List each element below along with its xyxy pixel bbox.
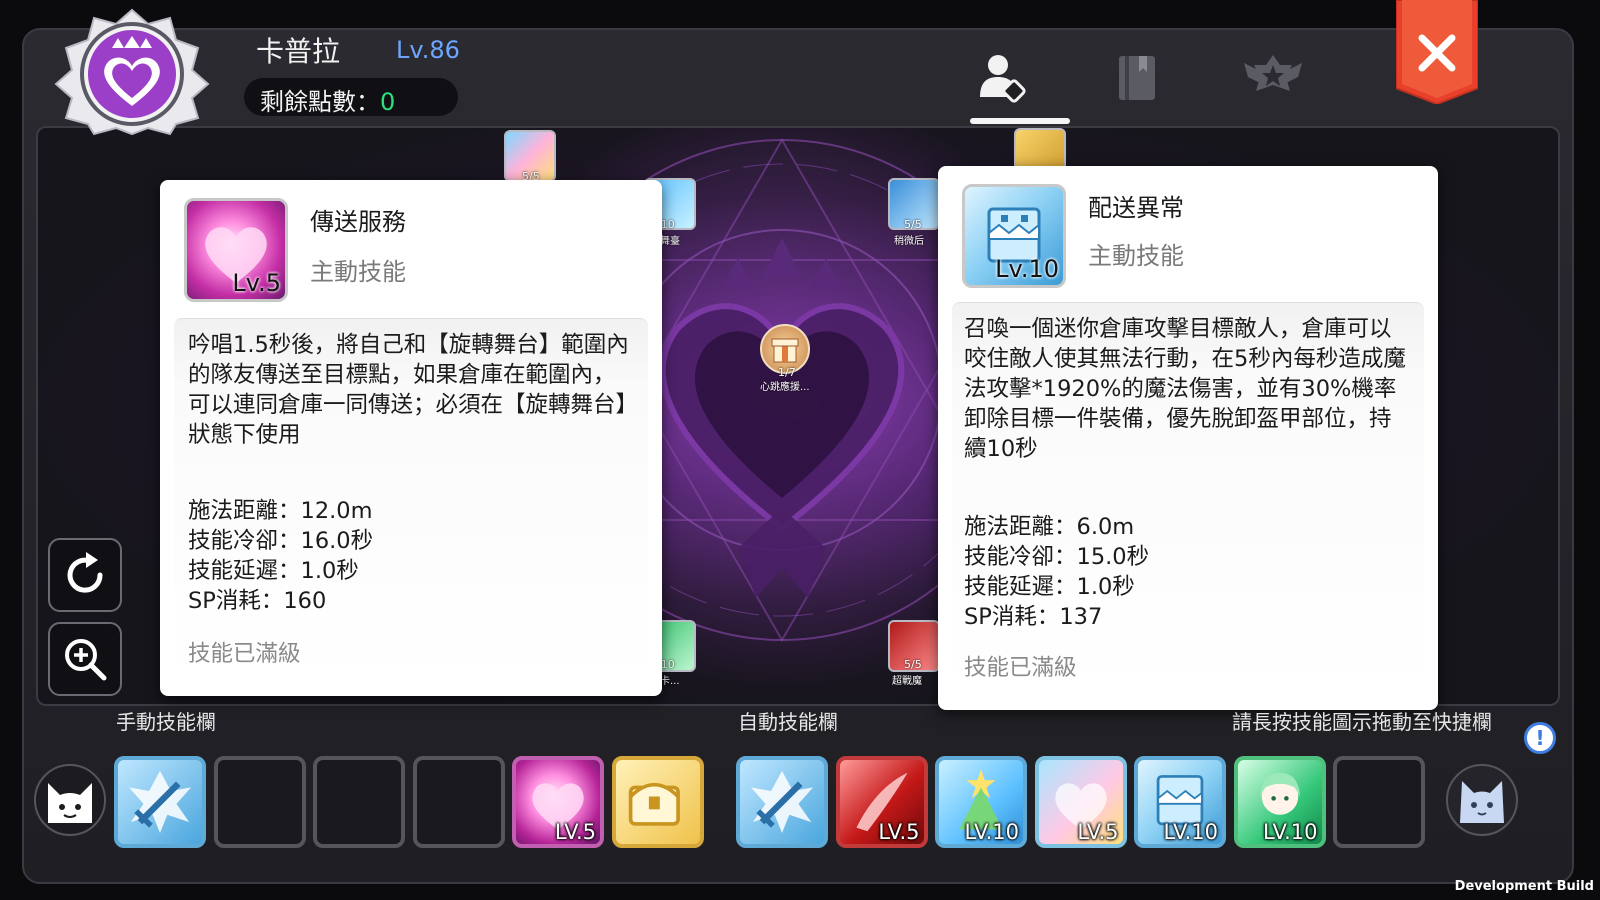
skill-icon-frame: Lv.5 bbox=[184, 198, 288, 302]
skill-name: 傳送服務 bbox=[310, 208, 406, 236]
remaining-points: 剩餘點數：0 bbox=[244, 78, 458, 116]
auto-slot-5[interactable]: LV.10 bbox=[1134, 756, 1226, 848]
tab-skills[interactable] bbox=[966, 48, 1036, 108]
slot-level: LV.10 bbox=[964, 820, 1019, 844]
skill-icon-level: Lv.5 bbox=[232, 269, 281, 297]
skill-max-status: 技能已滿級 bbox=[188, 641, 301, 667]
cat-face-icon bbox=[1460, 781, 1504, 823]
tree-node-label: 稍微后 bbox=[894, 236, 924, 247]
character-level: Lv.86 bbox=[396, 36, 460, 64]
manual-slot-2[interactable] bbox=[213, 756, 306, 848]
skill-type: 主動技能 bbox=[310, 258, 406, 286]
manual-skill-bar-label: 手動技能欄 bbox=[116, 710, 216, 734]
skill-max-status: 技能已滿級 bbox=[964, 655, 1077, 681]
auto-slot-1[interactable] bbox=[736, 756, 828, 848]
cat-avatar-left[interactable] bbox=[34, 764, 106, 836]
reset-button[interactable] bbox=[48, 538, 122, 612]
sword-burst-icon bbox=[118, 760, 202, 844]
auto-slot-4[interactable]: LV.5 bbox=[1034, 756, 1127, 848]
development-build-label: Development Build bbox=[1454, 879, 1594, 894]
stat-cooldown: 技能冷卻：16.0秒 bbox=[188, 528, 374, 554]
skill-description: 吟唱1.5秒後，將自己和【旋轉舞台】範圍內的隊友傳送至目標點，如果倉庫在範圍內，… bbox=[188, 332, 629, 448]
tree-node-label: 超戰魔 bbox=[892, 676, 922, 687]
slot-level: LV.10 bbox=[1163, 820, 1218, 844]
active-tab-indicator bbox=[970, 118, 1070, 124]
manual-slot-4[interactable] bbox=[412, 756, 505, 848]
auto-slot-7[interactable] bbox=[1333, 756, 1425, 848]
treasure-chest-icon bbox=[616, 760, 700, 844]
info-icon[interactable]: ! bbox=[1524, 722, 1556, 754]
stat-cast-range: 施法距離：6.0m bbox=[964, 514, 1135, 540]
tab-emblem[interactable] bbox=[1238, 48, 1308, 108]
skill-tooltip-right: Lv.10 配送異常 主動技能 召喚一個迷你倉庫攻擊目標敵人，倉庫可以咬住敵人使… bbox=[938, 166, 1438, 710]
zoom-in-icon bbox=[65, 639, 107, 681]
character-skill-icon bbox=[980, 55, 1026, 103]
slot-level: LV.5 bbox=[878, 820, 920, 844]
auto-slot-6[interactable]: LV.10 bbox=[1233, 756, 1326, 848]
auto-slot-2[interactable]: LV.5 bbox=[835, 756, 928, 848]
slot-level: LV.5 bbox=[1077, 820, 1119, 844]
skill-tooltip-left: Lv.5 傳送服務 主動技能 吟唱1.5秒後，將自己和【旋轉舞台】範圍內的隊友傳… bbox=[160, 180, 662, 696]
zoom-button[interactable] bbox=[48, 622, 122, 696]
stat-sp-cost: SP消耗：137 bbox=[964, 604, 1103, 630]
tree-node-count: 5/5 bbox=[904, 658, 922, 671]
manual-slot-3[interactable] bbox=[313, 756, 405, 848]
tree-node-count: 5/5 bbox=[904, 218, 922, 231]
slot-level: LV.5 bbox=[554, 820, 596, 844]
class-emblem bbox=[52, 8, 212, 136]
sword-burst-icon bbox=[740, 760, 824, 844]
auto-skill-bar-label: 自動技能欄 bbox=[738, 710, 838, 734]
center-node-label: 心跳應援... bbox=[760, 382, 810, 393]
points-label: 剩餘點數： bbox=[260, 88, 380, 116]
close-button[interactable] bbox=[1395, 0, 1479, 106]
stat-cast-range: 施法距離：12.0m bbox=[188, 498, 373, 524]
auto-slot-3[interactable]: LV.10 bbox=[935, 756, 1027, 848]
skill-icon-frame: Lv.10 bbox=[962, 184, 1066, 288]
manual-slot-5[interactable]: LV.5 bbox=[512, 756, 604, 848]
stat-cooldown: 技能冷卻：15.0秒 bbox=[964, 544, 1150, 570]
stat-delay: 技能延遲：1.0秒 bbox=[188, 558, 359, 584]
emblem-badge-icon bbox=[1244, 55, 1302, 91]
book-icon bbox=[1119, 56, 1155, 100]
skill-icon-level: Lv.10 bbox=[995, 255, 1059, 283]
drag-hint-text: 請長按技能圖示拖動至快捷欄 bbox=[1232, 710, 1492, 734]
stat-sp-cost: SP消耗：160 bbox=[188, 588, 327, 614]
cat-avatar-right[interactable] bbox=[1446, 764, 1518, 836]
manual-slot-6[interactable] bbox=[611, 756, 704, 848]
character-name: 卡普拉 bbox=[256, 35, 341, 68]
points-value: 0 bbox=[380, 88, 396, 116]
skill-description: 召喚一個迷你倉庫攻擊目標敵人，倉庫可以咬住敵人使其無法行動，在5秒內每秒造成魔法… bbox=[964, 316, 1406, 462]
refresh-icon bbox=[67, 552, 103, 593]
cat-face-icon bbox=[48, 783, 92, 823]
slot-level: LV.10 bbox=[1263, 820, 1318, 844]
skill-type: 主動技能 bbox=[1088, 242, 1184, 270]
tab-book[interactable] bbox=[1102, 48, 1172, 108]
stat-delay: 技能延遲：1.0秒 bbox=[964, 574, 1135, 600]
skill-name: 配送異常 bbox=[1088, 194, 1184, 222]
manual-slot-1[interactable] bbox=[114, 756, 206, 848]
